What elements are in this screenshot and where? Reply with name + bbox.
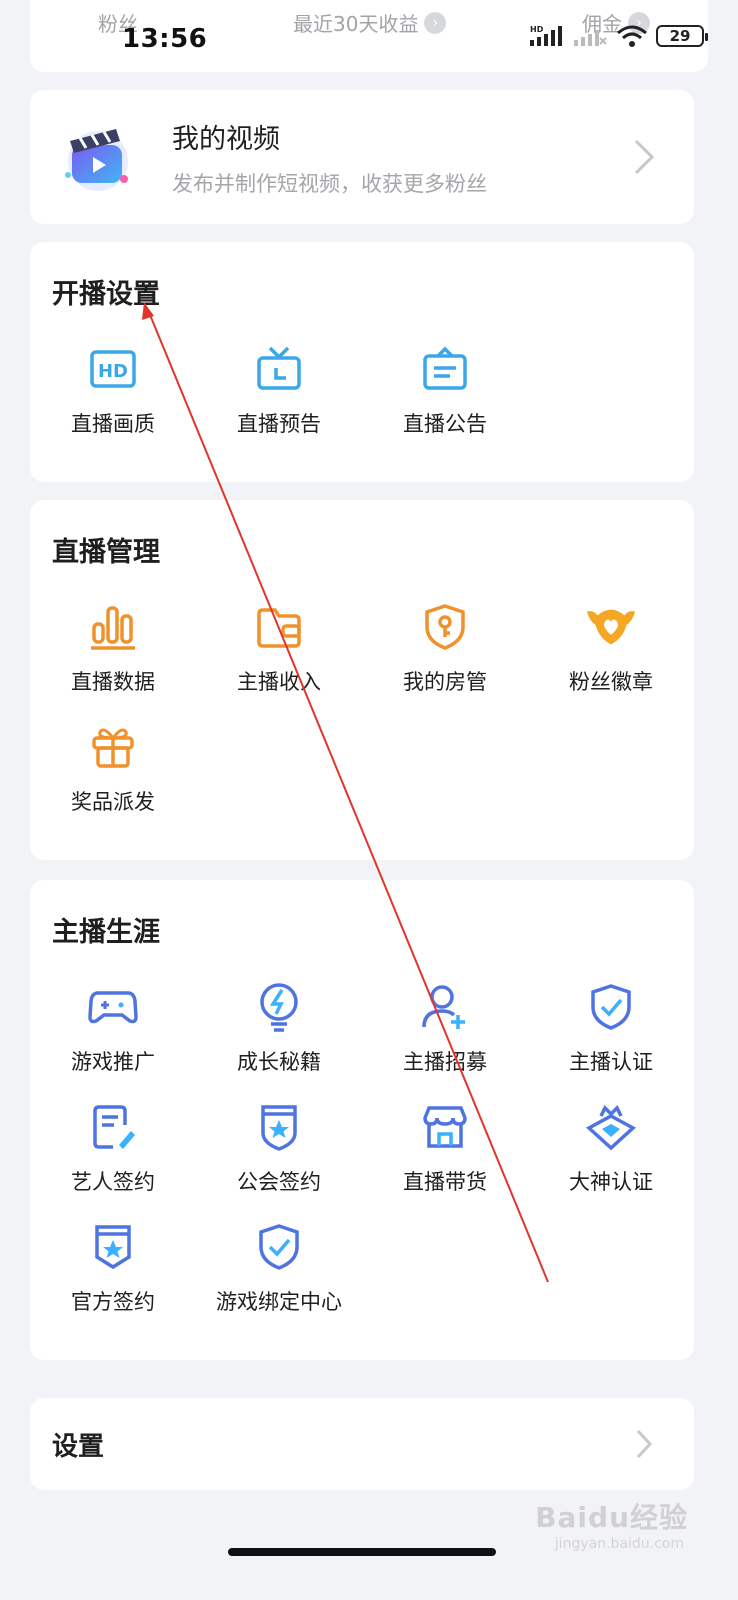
anchor-recruit-item[interactable]: 主播招募	[362, 980, 528, 1078]
svg-text:HD: HD	[98, 361, 128, 382]
artist-contract-item[interactable]: 艺人签约	[30, 1100, 196, 1198]
broadcast-settings-section: 开播设置 HD 直播画质 直播预告 直播公告	[30, 242, 694, 482]
signal-icon: HD	[530, 25, 562, 46]
shield-check-icon	[584, 980, 638, 1034]
item-label: 直播公告	[403, 412, 487, 436]
anchor-income-item[interactable]: 主播收入	[196, 600, 362, 698]
baidu-jingyan-watermark: Baidu经验	[535, 1501, 688, 1534]
signal-weak-icon	[574, 30, 607, 46]
earnings-stat-label[interactable]: 最近30天收益 ›	[293, 8, 447, 37]
wifi-icon	[617, 25, 647, 47]
chevron-right-icon	[624, 137, 664, 177]
anchor-career-section: 主播生涯 游戏推广 成长秘籍 主播招募 主播认证 艺人签约 公会签约 直播带货 …	[30, 880, 694, 1360]
item-label: 粉丝徽章	[569, 670, 653, 694]
item-label: 直播画质	[71, 412, 155, 436]
crown-diamond-icon	[584, 1100, 638, 1154]
section-title: 直播管理	[52, 537, 160, 568]
battery-indicator: 29	[656, 25, 708, 47]
fan-badge-item[interactable]: 粉丝徽章	[528, 600, 694, 698]
game-binding-center-item[interactable]: 游戏绑定中心	[196, 1220, 362, 1318]
live-quality-item[interactable]: HD 直播画质	[30, 342, 196, 440]
shield-check-icon	[252, 1220, 306, 1274]
doc-pen-icon	[86, 1100, 140, 1154]
system-icons: HD 29	[530, 24, 708, 48]
item-label: 主播收入	[237, 670, 321, 694]
guild-contract-item[interactable]: 公会签约	[196, 1100, 362, 1198]
status-bar: 粉丝 最近30天收益 › 佣金 › 13:56 HD 29	[0, 0, 738, 72]
gift-icon	[86, 720, 140, 774]
live-notice-item[interactable]: 直播公告	[362, 342, 528, 440]
item-label: 艺人签约	[71, 1170, 155, 1194]
item-label: 官方签约	[71, 1290, 155, 1314]
item-label: 游戏绑定中心	[216, 1290, 342, 1314]
bulb-icon	[252, 980, 306, 1034]
video-clapper-icon	[58, 117, 138, 197]
game-promotion-item[interactable]: 游戏推广	[30, 980, 196, 1078]
item-label: 成长秘籍	[237, 1050, 321, 1074]
item-label: 游戏推广	[71, 1050, 155, 1074]
settings-row[interactable]: 设置	[30, 1398, 694, 1490]
my-video-card[interactable]: 我的视频 发布并制作短视频，收获更多粉丝	[30, 90, 694, 224]
star-shield-icon	[252, 1100, 306, 1154]
item-label: 奖品派发	[71, 790, 155, 814]
notice-board-icon	[418, 342, 472, 396]
network-label: HD	[530, 25, 544, 34]
item-label: 主播招募	[403, 1050, 487, 1074]
star-badge-icon	[86, 1220, 140, 1274]
live-commerce-item[interactable]: 直播带货	[362, 1100, 528, 1198]
anchor-certification-item[interactable]: 主播认证	[528, 980, 694, 1078]
watermark-url: jingyan.baidu.com	[554, 1536, 684, 1552]
gamepad-icon	[86, 980, 140, 1034]
item-label: 主播认证	[569, 1050, 653, 1074]
hd-icon: HD	[86, 342, 140, 396]
bar-chart-icon	[86, 600, 140, 654]
my-video-subtitle: 发布并制作短视频，收获更多粉丝	[172, 171, 487, 196]
status-time: 13:56	[122, 24, 208, 54]
settings-label: 设置	[52, 1431, 105, 1462]
heart-badge-icon	[584, 600, 638, 654]
live-management-section: 直播管理 直播数据 主播收入 我的房管 粉丝徽章 奖品派发	[30, 500, 694, 860]
growth-guide-item[interactable]: 成长秘籍	[196, 980, 362, 1078]
item-label: 大神认证	[569, 1170, 653, 1194]
section-title: 主播生涯	[52, 917, 160, 948]
shop-icon	[418, 1100, 472, 1154]
live-preview-item[interactable]: 直播预告	[196, 342, 362, 440]
home-indicator[interactable]	[228, 1548, 496, 1556]
chevron-right-icon: ›	[424, 11, 447, 34]
item-label: 直播带货	[403, 1170, 487, 1194]
shield-key-icon	[418, 600, 472, 654]
section-title: 开播设置	[52, 279, 160, 310]
item-label: 公会签约	[237, 1170, 321, 1194]
item-label: 我的房管	[403, 670, 487, 694]
my-video-text: 我的视频 发布并制作短视频，收获更多粉丝	[172, 117, 624, 198]
anchor-career-grid: 游戏推广 成长秘籍 主播招募 主播认证 艺人签约 公会签约 直播带货 大神认证 …	[30, 980, 694, 1318]
tv-icon	[252, 342, 306, 396]
live-management-grid: 直播数据 主播收入 我的房管 粉丝徽章 奖品派发	[30, 600, 694, 818]
official-contract-item[interactable]: 官方签约	[30, 1220, 196, 1318]
chevron-right-icon	[624, 1424, 664, 1464]
broadcast-settings-grid: HD 直播画质 直播预告 直播公告	[30, 342, 694, 440]
wallet-icon	[252, 600, 306, 654]
item-label: 直播数据	[71, 670, 155, 694]
my-video-title: 我的视频	[172, 123, 280, 155]
master-certification-item[interactable]: 大神认证	[528, 1100, 694, 1198]
prize-distribution-item[interactable]: 奖品派发	[30, 720, 196, 818]
room-manager-item[interactable]: 我的房管	[362, 600, 528, 698]
add-user-icon	[418, 980, 472, 1034]
item-label: 直播预告	[237, 412, 321, 436]
live-data-item[interactable]: 直播数据	[30, 600, 196, 698]
